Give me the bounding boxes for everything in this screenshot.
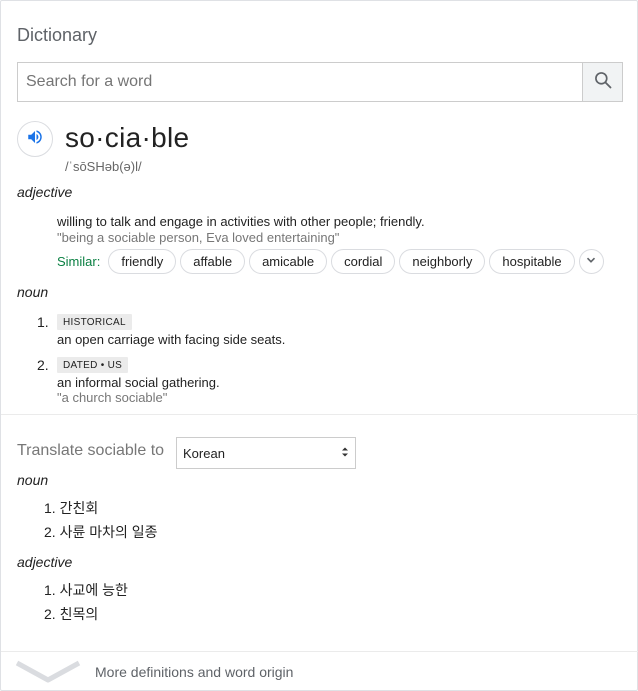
more-definitions-link[interactable]: More definitions and word origin: [1, 652, 638, 691]
search-box: [17, 62, 623, 102]
language-value: Korean: [183, 445, 225, 461]
similar-chip-amicable[interactable]: amicable: [249, 249, 328, 274]
translation-item: 1. 간친회: [44, 500, 99, 516]
language-select[interactable]: Korean: [176, 437, 356, 469]
translate-label: Translate sociable to: [17, 442, 165, 459]
dictionary-card: Dictionary so·cia·ble /ˈsōSHəb(ə)l/ adje…: [0, 0, 638, 691]
similar-chip-hospitable[interactable]: hospitable: [489, 249, 575, 274]
pos-adjective: adjective: [17, 184, 73, 200]
similar-chip-affable[interactable]: affable: [180, 249, 246, 274]
search-button[interactable]: [582, 63, 622, 101]
speaker-icon: [26, 128, 44, 151]
card-title: Dictionary: [17, 25, 98, 45]
usage-label: HISTORICAL: [57, 314, 132, 330]
select-arrows-icon: [341, 446, 349, 461]
example: "a church sociable": [57, 390, 168, 405]
more-definitions-label: More definitions and word origin: [95, 664, 294, 680]
phonetic: /ˈsōSHəb(ə)l/: [65, 159, 142, 174]
pronounce-button[interactable]: [17, 121, 53, 157]
definition: an open carriage with facing side seats.: [57, 332, 286, 347]
sense-number: 1.: [37, 314, 49, 330]
definition: an informal social gathering.: [57, 375, 220, 390]
similar-row: Similar: friendly affable amicable cordi…: [57, 249, 604, 274]
translate-pos-adjective: adjective: [17, 554, 73, 570]
translation-item: 2. 친목의: [44, 606, 99, 622]
usage-label: DATED • US: [57, 357, 129, 373]
divider: [1, 414, 638, 415]
expand-similar-button[interactable]: [578, 249, 604, 274]
example: "being a sociable person, Eva loved ente…: [57, 230, 340, 245]
translation-item: 2. 사륜 마차의 일종: [44, 524, 158, 540]
search-icon: [593, 70, 613, 95]
similar-chip-neighborly[interactable]: neighborly: [399, 249, 486, 274]
chevron-down-icon: [585, 253, 597, 271]
headword: so·cia·ble: [65, 122, 190, 153]
sense-number: 2.: [37, 357, 49, 373]
translate-pos-noun: noun: [17, 472, 49, 488]
chevron-down-icon: [15, 660, 81, 689]
similar-chip-cordial[interactable]: cordial: [331, 249, 396, 274]
search-input[interactable]: [18, 63, 582, 101]
pos-noun: noun: [17, 284, 49, 300]
similar-label: Similar:: [57, 254, 101, 269]
similar-chip-friendly[interactable]: friendly: [108, 249, 177, 274]
translation-item: 1. 사교에 능한: [44, 582, 128, 598]
definition: willing to talk and engage in activities…: [57, 214, 425, 229]
